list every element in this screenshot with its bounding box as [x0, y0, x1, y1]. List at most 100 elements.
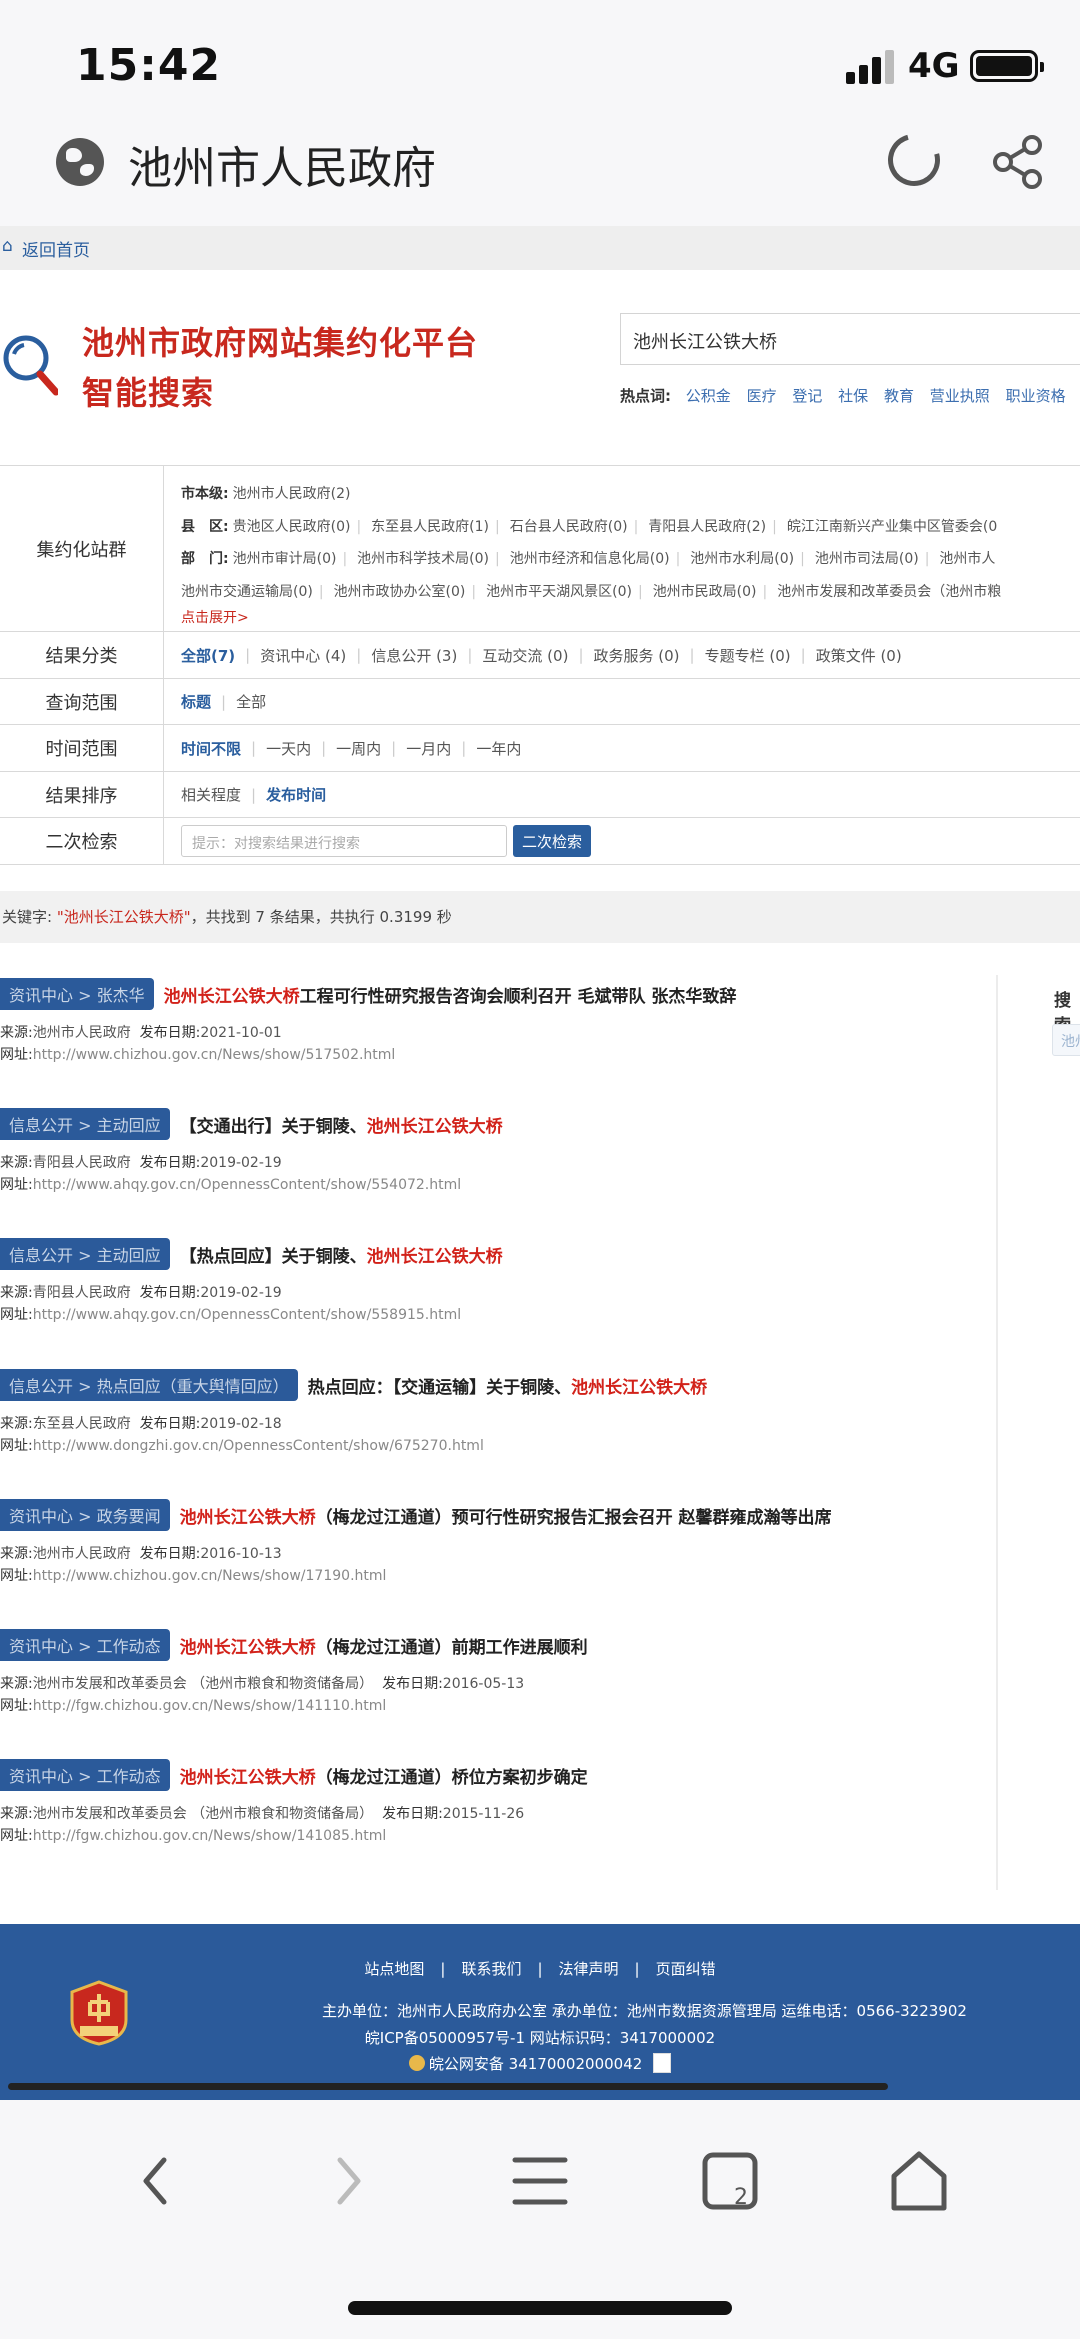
county-label: 县 区:	[181, 518, 229, 535]
filter-option[interactable]: 全部(7)	[181, 645, 235, 666]
result-url[interactable]: http://www.chizhou.gov.cn/News/show/5175…	[33, 1047, 396, 1063]
tabs-icon[interactable]: 2	[696, 2146, 766, 2216]
expand-link[interactable]: 点击展开>	[181, 610, 249, 626]
site-link[interactable]: 池州市水利局(0)	[690, 551, 794, 567]
site-link[interactable]: 东至县人民政府(1)	[371, 519, 489, 535]
result-title-link[interactable]: 池州长江公铁大桥（梅龙过江通道）预可行性研究报告汇报会召开 赵馨群雍成瀚等出席	[180, 1503, 832, 1528]
share-icon[interactable]	[990, 134, 1046, 190]
hot-word[interactable]: 教育	[884, 387, 914, 405]
horizontal-scrollbar[interactable]	[8, 2083, 888, 2090]
filter-option[interactable]: 政务服务 (0)	[594, 645, 680, 666]
refine-search-input[interactable]: 提示：对搜索结果进行搜索	[181, 825, 507, 857]
search-input[interactable]: 池州长江公铁大桥	[620, 313, 1080, 365]
hot-word[interactable]: 公积金	[686, 387, 731, 405]
site-link[interactable]: 贵池区人民政府(0)	[233, 519, 351, 535]
result-channel-tag[interactable]: 资讯中心 > 政务要闻	[0, 1499, 170, 1531]
result-url[interactable]: http://fgw.chizhou.gov.cn/News/show/1410…	[33, 1828, 387, 1844]
result-url[interactable]: http://www.dongzhi.gov.cn/OpennessConten…	[33, 1438, 484, 1454]
home-icon[interactable]: ⌂	[2, 236, 13, 256]
result-channel-tag[interactable]: 信息公开 > 热点回应（重大舆情回应）	[0, 1369, 298, 1401]
sidebar-chip[interactable]: 池州	[1052, 1024, 1080, 1056]
result-meta: 来源:池州市发展和改革委员会 （池州市粮食和物资储备局） 发布日期:2015-1…	[0, 1803, 990, 1847]
hot-word[interactable]: 登记	[792, 387, 822, 405]
site-link[interactable]: 池州市司法局(0)	[815, 551, 919, 567]
result-head: 信息公开 > 主动回应 【热点回应】关于铜陵、池州长江公铁大桥	[0, 1238, 990, 1270]
hot-word[interactable]: 营业执照	[930, 387, 990, 405]
magnifier-logo-icon	[3, 335, 58, 396]
result-channel-tag[interactable]: 信息公开 > 主动回应	[0, 1108, 170, 1140]
back-home-link[interactable]: 返回首页	[22, 236, 90, 261]
filter-option[interactable]: 发布时间	[266, 784, 326, 805]
footer-link[interactable]: 法律声明	[559, 1960, 619, 1978]
separator: |	[675, 551, 681, 567]
title-keyword-highlight: 池州长江公铁大桥	[179, 1507, 316, 1528]
hot-word[interactable]: 社保	[838, 387, 868, 405]
source-value: 池州市发展和改革委员会 （池州市粮食和物资储备局）	[32, 1806, 374, 1822]
filter-label: 结果排序	[0, 772, 164, 817]
result-head: 资讯中心 > 政务要闻 池州长江公铁大桥（梅龙过江通道）预可行性研究报告汇报会召开…	[0, 1499, 990, 1531]
site-link[interactable]: 池州市审计局(0)	[233, 551, 337, 567]
hot-word[interactable]: 医疗	[747, 387, 777, 405]
result-channel-tag[interactable]: 资讯中心 > 工作动态	[0, 1629, 170, 1661]
footer-link[interactable]: 页面纠错	[656, 1960, 716, 1978]
result-title-link[interactable]: 池州长江公铁大桥（梅龙过江通道）桥位方案初步确定	[180, 1763, 588, 1788]
footer-link[interactable]: 站点地图	[364, 1960, 424, 1978]
forward-icon[interactable]	[312, 2146, 382, 2216]
result-channel-tag[interactable]: 信息公开 > 主动回应	[0, 1238, 170, 1270]
home-indicator[interactable]	[348, 2301, 732, 2315]
result-title-link[interactable]: 池州长江公铁大桥（梅龙过江通道）前期工作进展顺利	[180, 1633, 588, 1658]
site-link[interactable]: 青阳县人民政府(2)	[648, 519, 766, 535]
result-url[interactable]: http://fgw.chizhou.gov.cn/News/show/1411…	[33, 1698, 387, 1714]
site-link[interactable]: 池州市发展和改革委员会（池州市粮	[777, 584, 1001, 600]
site-link[interactable]: 石台县人民政府(0)	[510, 519, 628, 535]
filter-option[interactable]: 时间不限	[181, 738, 241, 759]
result-channel-tag[interactable]: 资讯中心 > 工作动态	[0, 1759, 170, 1791]
filter-option[interactable]: 信息公开 (3)	[371, 645, 457, 666]
home-icon[interactable]	[884, 2146, 954, 2216]
result-head: 资讯中心 > 工作动态 池州长江公铁大桥（梅龙过江通道）前期工作进展顺利	[0, 1629, 990, 1661]
filter-option[interactable]: 相关程度	[181, 784, 241, 805]
hot-word[interactable]: 职业资格	[1006, 387, 1066, 405]
source-label: 来源:	[0, 1285, 33, 1301]
result-url[interactable]: http://www.ahqy.gov.cn/OpennessContent/s…	[33, 1177, 461, 1193]
menu-icon[interactable]	[505, 2146, 575, 2216]
site-link[interactable]: 池州市政协办公室(0)	[334, 584, 466, 600]
filter-option[interactable]: 政策文件 (0)	[816, 645, 902, 666]
site-link[interactable]: 池州市科学技术局(0)	[357, 551, 489, 567]
filter-option[interactable]: 标题	[181, 691, 211, 712]
category-options: 全部(7) | 资讯中心 (4) | 信息公开 (3) | 互动交流 (0) | 政务服务 (0…	[181, 632, 912, 678]
filter-label: 集约化站群	[0, 466, 164, 631]
filter-option[interactable]: 一天内	[266, 738, 311, 759]
county-line: 县 区: 贵池区人民政府(0) | 东至县人民政府(1) | 石台县人民政府(0) | 青阳县…	[181, 511, 1007, 544]
filter-option[interactable]: 一周内	[336, 738, 381, 759]
separator: |	[440, 1960, 446, 1978]
result-title-link[interactable]: 热点回应：【交通运输】关于铜陵、池州长江公铁大桥	[308, 1373, 708, 1398]
footer-link[interactable]: 联系我们	[461, 1960, 521, 1978]
result-url[interactable]: http://www.ahqy.gov.cn/OpennessContent/s…	[33, 1307, 461, 1323]
back-icon[interactable]	[122, 2146, 192, 2216]
result-channel-tag[interactable]: 资讯中心 > 张杰华	[0, 978, 154, 1010]
reload-icon[interactable]	[878, 124, 950, 196]
result-title-link[interactable]: 【热点回应】关于铜陵、池州长江公铁大桥	[180, 1242, 503, 1267]
stats-icon[interactable]	[653, 2053, 672, 2073]
filter-option[interactable]: 资讯中心 (4)	[260, 645, 346, 666]
filter-option[interactable]: 一年内	[476, 738, 521, 759]
result-title-link[interactable]: 【交通出行】关于铜陵、池州长江公铁大桥	[180, 1112, 503, 1137]
site-link[interactable]: 皖江江南新兴产业集中区管委会(0	[787, 519, 997, 535]
site-link[interactable]: 池州市交通运输局(0)	[181, 584, 313, 600]
result-url[interactable]: http://www.chizhou.gov.cn/News/show/1719…	[33, 1568, 387, 1584]
filter-option[interactable]: 一月内	[406, 738, 451, 759]
site-link[interactable]: 池州市人民政府(2)	[233, 486, 351, 502]
filter-option[interactable]: 全部	[236, 691, 266, 712]
site-link[interactable]: 池州市民政局(0)	[653, 584, 757, 600]
date-value: 2016-05-13	[442, 1676, 525, 1692]
site-link[interactable]: 池州市平天湖风景区(0)	[486, 584, 632, 600]
site-link[interactable]: 池州市人	[939, 551, 995, 567]
filter-option[interactable]: 专题专栏 (0)	[705, 645, 791, 666]
globe-icon	[56, 138, 104, 186]
result-title-link[interactable]: 池州长江公铁大桥工程可行性研究报告咨询会顺利召开 毛斌带队 张杰华致辞	[164, 982, 737, 1007]
site-link[interactable]: 池州市经济和信息化局(0)	[510, 551, 670, 567]
refine-controls: 提示：对搜索结果进行搜索 二次检索	[181, 818, 592, 864]
refine-search-button[interactable]: 二次检索	[513, 825, 592, 857]
filter-option[interactable]: 互动交流 (0)	[482, 645, 568, 666]
